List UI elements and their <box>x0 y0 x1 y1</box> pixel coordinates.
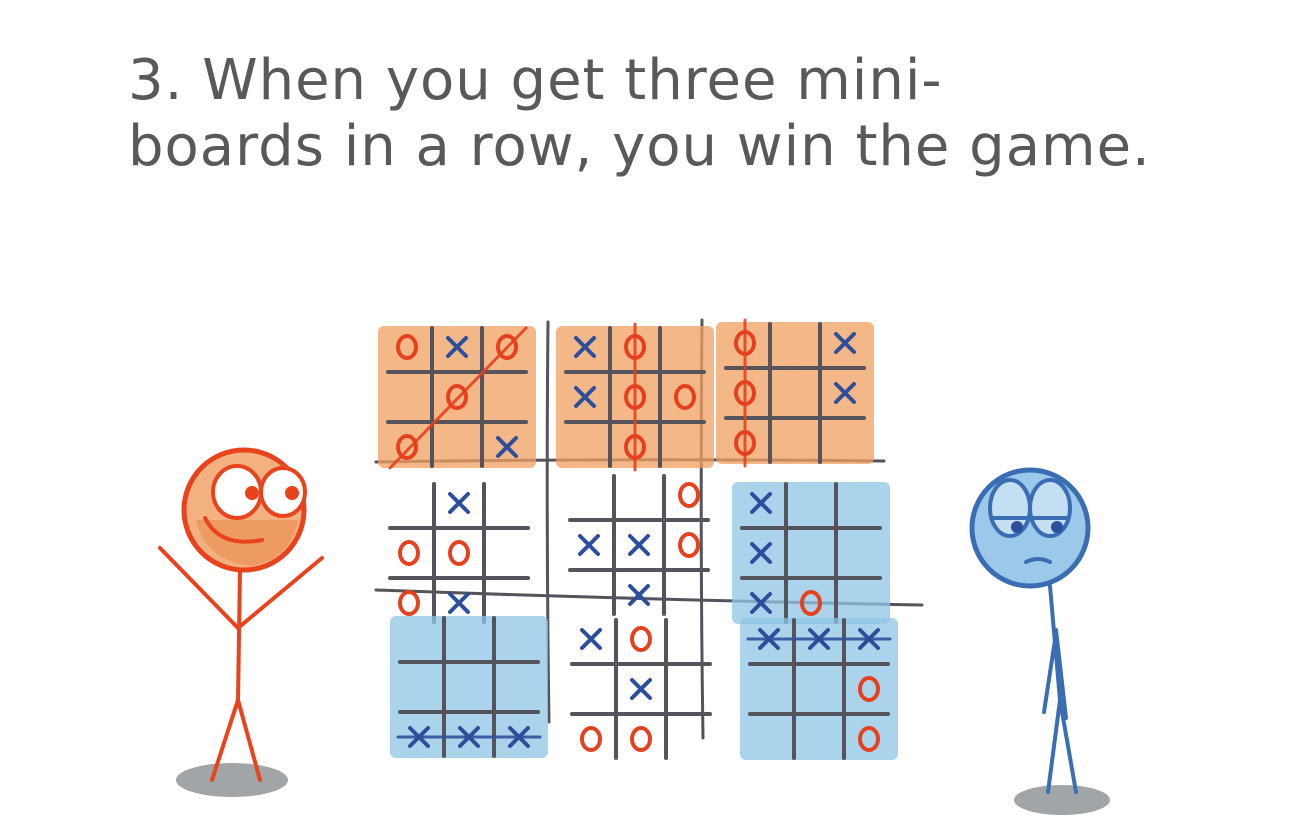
loser-left-eye <box>988 478 1032 538</box>
winner-right-pupil <box>285 486 299 500</box>
winner-figure <box>158 447 324 797</box>
mini-board <box>388 482 530 624</box>
x-mark <box>448 492 470 514</box>
winner-shadow <box>176 763 288 797</box>
mini-board <box>716 318 874 468</box>
loser-right-pupil <box>1051 521 1063 533</box>
loser-right-leg <box>1058 698 1078 794</box>
loser-right-eye <box>1028 478 1072 538</box>
x-mark <box>628 584 650 606</box>
mini-board <box>378 326 536 470</box>
loser-figure <box>969 467 1110 815</box>
mini-boards <box>378 318 898 760</box>
o-mark <box>630 726 652 752</box>
winner-body <box>236 568 242 702</box>
mini-board <box>568 474 710 616</box>
mini-board <box>570 618 712 760</box>
x-mark <box>628 534 650 556</box>
o-mark <box>678 532 700 558</box>
o-mark <box>580 726 602 752</box>
o-mark <box>398 540 420 566</box>
x-mark <box>578 534 600 556</box>
game-scene <box>158 318 1110 815</box>
loser-left-pupil <box>1011 521 1023 533</box>
winner-left-pupil <box>245 486 259 500</box>
mini-board <box>732 482 890 624</box>
board-shading <box>716 322 874 464</box>
o-mark <box>398 590 420 616</box>
x-mark <box>448 592 470 614</box>
mini-board <box>740 618 898 760</box>
loser-left-leg <box>1046 698 1062 794</box>
x-mark <box>580 628 602 650</box>
o-mark <box>630 626 652 652</box>
o-mark <box>448 540 470 566</box>
loser-left-arm <box>1042 638 1057 714</box>
board-shading <box>732 482 890 624</box>
loser-shadow <box>1014 785 1110 815</box>
x-mark <box>630 678 652 700</box>
loser-head <box>969 467 1091 589</box>
mini-board <box>556 322 714 472</box>
mini-board <box>390 616 548 758</box>
o-mark <box>678 482 700 508</box>
